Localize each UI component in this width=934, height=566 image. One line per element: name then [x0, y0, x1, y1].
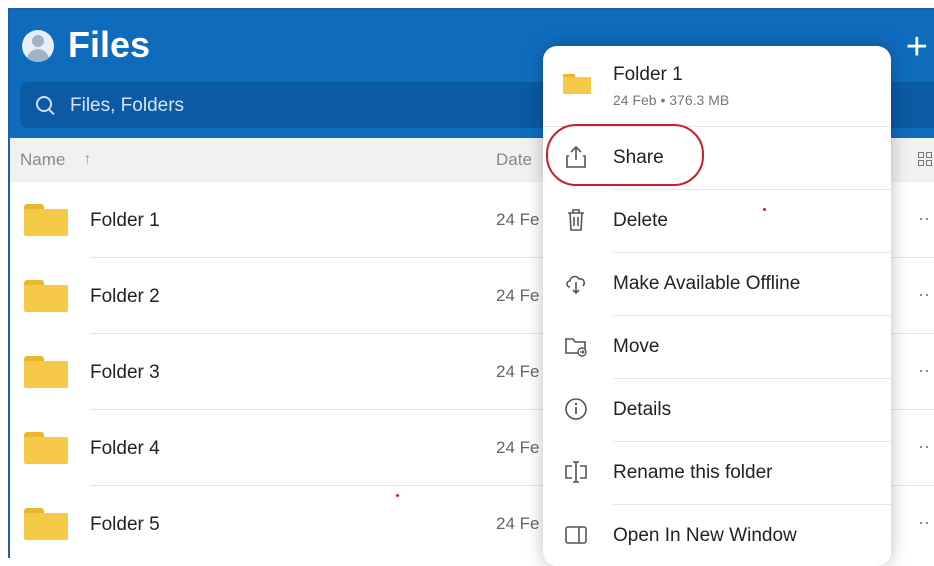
menu-item-delete[interactable]: Delete: [543, 190, 891, 253]
item-date: 24 Fe: [496, 514, 540, 533]
page-title: Files: [68, 24, 151, 65]
menu-folder-name: Folder 1: [613, 64, 683, 85]
search-placeholder: Files, Folders: [70, 95, 185, 116]
folder-icon: [24, 356, 68, 388]
folder-icon: [24, 508, 68, 540]
folder-icon: [24, 432, 68, 464]
more-options-icon[interactable]: ··: [918, 208, 930, 229]
menu-item-make-available-offline[interactable]: Make Available Offline: [543, 253, 891, 316]
sort-by-name-button[interactable]: Name: [20, 150, 65, 170]
item-name: Folder 2: [90, 286, 160, 307]
folder-icon: [24, 204, 68, 236]
menu-item-label: Delete: [613, 210, 668, 231]
item-name: Folder 5: [90, 514, 160, 535]
trash-icon: [568, 209, 584, 231]
sort-arrow-icon: ↑: [84, 150, 91, 166]
item-date: 24 Fe: [496, 438, 540, 457]
menu-item-label: Details: [613, 399, 672, 420]
folder-icon: [563, 74, 591, 94]
add-button[interactable]: +: [906, 28, 928, 66]
rename-icon: [565, 461, 587, 483]
more-options-icon[interactable]: ··: [918, 436, 930, 457]
item-name: Folder 1: [90, 210, 160, 231]
annotation-dot: [763, 208, 766, 211]
menu-item-open-in-new-window[interactable]: Open In New Window: [543, 505, 891, 566]
avatar-body-shape: [27, 49, 49, 62]
more-options-icon[interactable]: ··: [918, 360, 930, 381]
menu-item-label: Move: [613, 336, 660, 357]
avatar-head-shape: [32, 35, 44, 47]
menu-item-details[interactable]: Details: [543, 379, 891, 442]
grid-view-icon[interactable]: [918, 152, 934, 168]
menu-item-label: Open In New Window: [613, 525, 797, 546]
info-icon: [565, 398, 587, 420]
more-options-icon[interactable]: ··: [918, 512, 930, 533]
more-options-icon[interactable]: ··: [918, 284, 930, 305]
item-name: Folder 3: [90, 362, 160, 383]
menu-item-label: Rename this folder: [613, 462, 773, 483]
move-folder-icon: [565, 338, 587, 357]
item-date: 24 Fe: [496, 362, 540, 381]
item-date: 24 Fe: [496, 286, 540, 305]
cloud-download-icon: [566, 275, 586, 295]
menu-item-rename[interactable]: Rename this folder: [543, 442, 891, 505]
new-window-icon: [565, 526, 587, 544]
menu-folder-meta: 24 Feb • 376.3 MB: [613, 92, 730, 108]
sort-by-date-button[interactable]: Date: [496, 150, 532, 170]
folder-icon: [24, 280, 68, 312]
avatar[interactable]: [22, 30, 54, 62]
item-date: 24 Fe: [496, 210, 540, 229]
menu-item-move[interactable]: Move: [543, 316, 891, 379]
context-menu-header: Folder 1 24 Feb • 376.3 MB: [543, 46, 891, 127]
share-highlight-annotation: [546, 124, 704, 186]
item-name: Folder 4: [90, 438, 160, 459]
menu-item-label: Make Available Offline: [613, 273, 801, 294]
search-icon: [36, 96, 52, 112]
annotation-dot: [396, 494, 399, 497]
